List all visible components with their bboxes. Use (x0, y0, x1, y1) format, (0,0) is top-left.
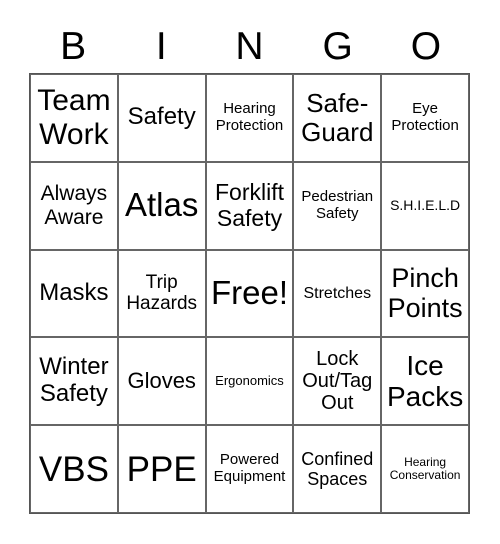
bingo-grid: Team Work Safety Hearing Protection Safe… (29, 73, 470, 514)
bingo-cell[interactable]: Team Work (30, 74, 118, 162)
bingo-cell[interactable]: Eye Protection (381, 74, 469, 162)
bingo-cell[interactable]: Trip Hazards (117, 249, 206, 338)
cell-label: PPE (126, 449, 197, 489)
cell-label: Safety (127, 103, 196, 131)
bingo-cell[interactable]: Forklift Safety (205, 161, 294, 250)
cell-label: Pedestrian Safety (301, 187, 374, 222)
cell-label: Ergonomics (215, 373, 284, 389)
cell-label: VBS (38, 449, 109, 489)
cell-label: Team Work (37, 84, 111, 151)
bingo-cell[interactable]: Ice Packs (381, 337, 469, 426)
cell-label: Atlas (125, 186, 199, 224)
bingo-cell[interactable]: Pinch Points (381, 249, 469, 338)
cell-label: Masks (39, 279, 109, 307)
bingo-cell[interactable]: Powered Equipment (205, 425, 294, 513)
bingo-cell[interactable]: Pedestrian Safety (293, 161, 382, 250)
bingo-cell[interactable]: PPE (117, 425, 206, 513)
bingo-cell[interactable]: Safety (117, 74, 206, 162)
bingo-cell[interactable]: Hearing Protection (205, 74, 294, 162)
cell-label: Free! (210, 274, 288, 312)
bingo-cell[interactable]: Winter Safety (30, 337, 118, 426)
cell-label: Trip Hazards (126, 272, 198, 315)
bingo-cell[interactable]: Safe-Guard (293, 74, 382, 162)
bingo-cell[interactable]: Confined Spaces (293, 425, 382, 513)
bingo-cell[interactable]: VBS (30, 425, 118, 513)
header-letter-g: G (322, 25, 353, 68)
cell-label: Forklift Safety (214, 178, 284, 231)
cell-label: Powered Equipment (213, 451, 286, 486)
bingo-cell[interactable]: Atlas (117, 161, 206, 250)
bingo-cell[interactable]: Stretches (293, 249, 382, 338)
bingo-cell[interactable]: Gloves (117, 337, 206, 426)
bingo-cell[interactable]: S.H.I.E.L.D (381, 161, 469, 250)
cell-label: Hearing Conservation (389, 454, 461, 483)
cell-label: Hearing Protection (215, 100, 284, 134)
cell-label: Eye Protection (391, 100, 459, 134)
bingo-cell[interactable]: Lock Out/Tag Out (293, 337, 382, 426)
cell-label: Stretches (303, 284, 372, 302)
cell-label: Confined Spaces (301, 448, 374, 490)
cell-label: Ice Packs (386, 349, 464, 413)
cell-label: S.H.I.E.L.D (390, 196, 461, 213)
cell-label: Always Aware (40, 182, 108, 229)
cell-label: Winter Safety (39, 353, 109, 408)
bingo-cell[interactable]: Ergonomics (205, 337, 294, 426)
bingo-cell[interactable]: Always Aware (30, 161, 118, 250)
bingo-header: B I N G O (29, 22, 470, 72)
bingo-cell[interactable]: Masks (30, 249, 118, 338)
cell-label: Pinch Points (387, 263, 463, 324)
cell-label: Lock Out/Tag Out (302, 347, 373, 415)
cell-label: Safe-Guard (301, 87, 374, 147)
bingo-cell[interactable]: Hearing Conservation (381, 425, 469, 513)
header-letter-i: I (155, 25, 167, 68)
bingo-cell[interactable]: Free! (205, 249, 294, 338)
header-letter-n: N (235, 25, 264, 68)
header-letter-b: B (60, 25, 87, 68)
cell-label: Gloves (127, 367, 196, 393)
header-letter-o: O (410, 25, 442, 68)
